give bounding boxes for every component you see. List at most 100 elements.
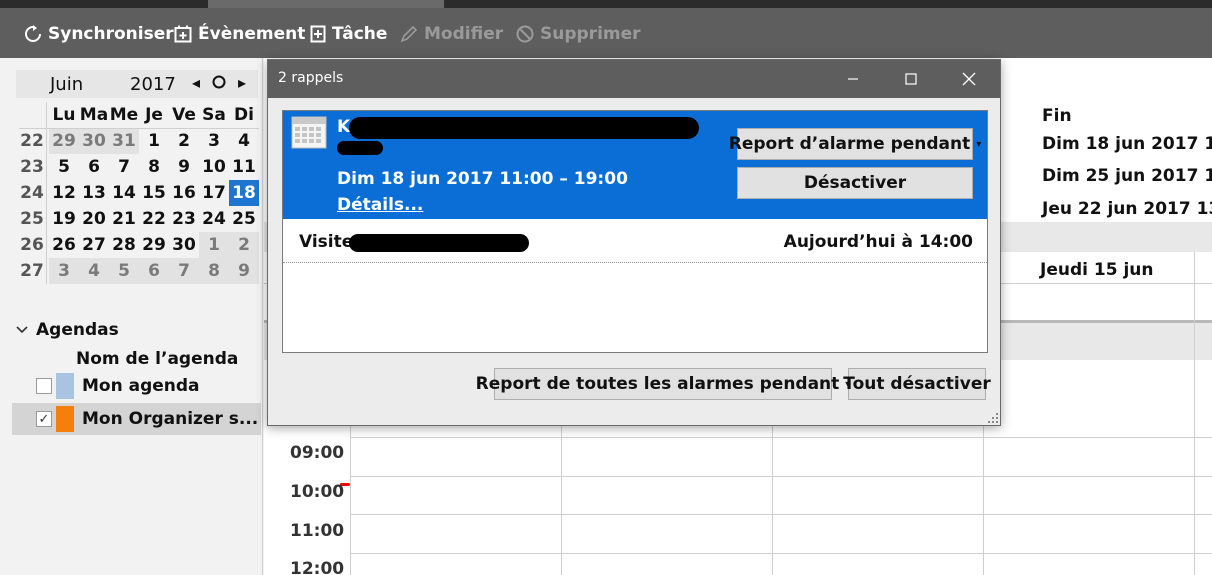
mini-calendar-day[interactable]: 7 (109, 154, 139, 180)
mini-calendar-year[interactable]: 2017 (130, 74, 176, 95)
mini-calendar-day[interactable]: 6 (79, 154, 109, 180)
dialog-titlebar[interactable]: 2 rappels (268, 60, 1000, 98)
week-number: 24 (20, 183, 44, 203)
mini-calendar-day[interactable]: 25 (229, 206, 259, 232)
mini-calendar-day[interactable]: 29 (139, 232, 169, 258)
prohibited-icon (516, 25, 534, 43)
agenda-color-swatch (56, 373, 74, 399)
mini-calendar-day[interactable]: 14 (109, 180, 139, 206)
mini-calendar-day[interactable]: 7 (169, 258, 199, 284)
new-task-button[interactable]: Tâche (310, 22, 387, 46)
mini-calendar-month[interactable]: Juin (50, 74, 83, 95)
task-end-header[interactable]: Fin (1042, 106, 1072, 126)
dismiss-button[interactable]: Désactiver (737, 167, 973, 199)
maximize-button[interactable] (888, 64, 934, 94)
day-header-thursday[interactable]: Jeudi 15 jun (1040, 260, 1153, 280)
reminders-dialog: 2 rappels K Dim 18 jun 2017 11:00 – 19:0… (267, 59, 1001, 426)
mini-calendar-day[interactable]: 2 (229, 232, 259, 258)
mini-calendar-day[interactable]: 3 (199, 128, 229, 154)
minimize-icon (848, 78, 858, 80)
mini-calendar-day[interactable]: 11 (229, 154, 259, 180)
mini-calendar-day[interactable]: 1 (139, 128, 169, 154)
dismiss-all-label: Tout désactiver (843, 374, 991, 394)
mini-calendar-day[interactable]: 17 (199, 180, 229, 206)
task-end-item[interactable]: Jeu 22 jun 2017 13:3 (1042, 199, 1212, 219)
grid-line (350, 437, 1212, 438)
mini-calendar-day[interactable]: 6 (139, 258, 169, 284)
mini-calendar-day[interactable]: 23 (169, 206, 199, 232)
mini-calendar-day[interactable]: 3 (49, 258, 79, 284)
mini-calendar: Juin 2017 ◂ ▸ (16, 70, 258, 98)
mini-calendar-today[interactable]: 18 (229, 180, 259, 206)
day-of-week-label: Je (145, 105, 163, 125)
mini-calendar-day[interactable]: 30 (79, 128, 109, 154)
snooze-button[interactable]: Report d’alarme pendant ▾ (729, 128, 981, 160)
mini-calendar-day[interactable]: 26 (49, 232, 79, 258)
agenda-name-column: Nom de l’agenda (76, 349, 239, 369)
reminder-item-selected[interactable]: K Dim 18 jun 2017 11:00 – 19:00 Détails.… (283, 111, 987, 219)
redaction-mark (349, 117, 699, 139)
reminder-details-link[interactable]: Détails... (337, 195, 423, 215)
snooze-all-button[interactable]: Report de toutes les alarmes pendant▾ (476, 368, 850, 400)
edit-button[interactable]: Modifier (400, 22, 503, 46)
mini-calendar-day[interactable]: 2 (169, 128, 199, 154)
mini-calendar-day[interactable]: 10 (199, 154, 229, 180)
mini-calendar-day[interactable]: 8 (139, 154, 169, 180)
mini-calendar-day[interactable]: 15 (139, 180, 169, 206)
mini-calendar-day[interactable]: 27 (79, 232, 109, 258)
agenda-color-swatch (56, 406, 74, 432)
agenda-row-organizer[interactable]: ✓ Mon Organizer s... (12, 403, 261, 435)
agenda-checkbox[interactable] (36, 378, 52, 394)
today-circle-icon[interactable] (212, 74, 226, 93)
new-event-button[interactable]: Évènement (174, 22, 305, 46)
task-end-item[interactable]: Dim 25 jun 2017 12:0 (1042, 166, 1212, 186)
prev-month-icon[interactable]: ◂ (192, 73, 200, 92)
mini-calendar-day[interactable]: 22 (139, 206, 169, 232)
mini-calendar-day[interactable]: 9 (229, 258, 259, 284)
task-end-item[interactable]: Dim 18 jun 2017 19:0 (1042, 134, 1212, 154)
minimize-button[interactable] (830, 64, 876, 94)
mini-calendar-day[interactable]: 12 (49, 180, 79, 206)
day-of-week-label: Me (109, 105, 139, 125)
mini-calendar-day[interactable]: 8 (199, 258, 229, 284)
agendas-header[interactable]: Agendas (16, 320, 119, 340)
edit-label: Modifier (424, 24, 504, 44)
mini-calendar-day[interactable]: 19 (49, 206, 79, 232)
resize-grip-icon[interactable] (988, 413, 998, 423)
snooze-label: Report d’alarme pendant (728, 134, 971, 154)
mini-calendar-day[interactable]: 21 (109, 206, 139, 232)
mini-calendar-day[interactable]: 13 (79, 180, 109, 206)
mini-calendar-day[interactable]: 30 (169, 232, 199, 258)
time-label: 10:00 (290, 482, 345, 502)
reminder-item[interactable]: Visite Aujourd’hui à 14:00 (283, 219, 987, 263)
delete-button[interactable]: Supprimer (516, 22, 641, 46)
dialog-title: 2 rappels (278, 70, 344, 86)
agenda-checkbox[interactable]: ✓ (36, 411, 52, 427)
reminder-when: Aujourd’hui à 14:00 (783, 232, 973, 252)
week-number: 23 (20, 157, 44, 177)
grid-line (350, 476, 1212, 477)
mini-calendar-day[interactable]: 4 (79, 258, 109, 284)
close-button[interactable] (946, 64, 992, 94)
redaction-mark (349, 234, 529, 252)
mini-calendar-day[interactable]: 5 (109, 258, 139, 284)
agenda-row-mon-agenda[interactable]: Mon agenda (12, 370, 261, 402)
dismiss-all-button[interactable]: Tout désactiver (843, 368, 991, 400)
mini-calendar-day[interactable]: 9 (169, 154, 199, 180)
mini-calendar-day[interactable]: 5 (49, 154, 79, 180)
active-tab-strip[interactable] (208, 0, 444, 8)
mini-calendar-day[interactable]: 20 (79, 206, 109, 232)
day-of-week-label: Di (234, 105, 254, 125)
mini-calendar-day[interactable]: 28 (109, 232, 139, 258)
sync-button[interactable]: Synchroniser (24, 22, 174, 46)
grid-line (1194, 252, 1195, 575)
mini-calendar-day[interactable]: 1 (199, 232, 229, 258)
mini-calendar-day[interactable]: 29 (49, 128, 79, 154)
mini-calendar-day[interactable]: 31 (109, 128, 139, 154)
mini-calendar-day[interactable]: 4 (229, 128, 259, 154)
week-number: 26 (20, 235, 44, 255)
mini-calendar-day[interactable]: 24 (199, 206, 229, 232)
mini-calendar-day[interactable]: 16 (169, 180, 199, 206)
next-month-icon[interactable]: ▸ (238, 73, 246, 92)
dow-divider (19, 128, 259, 129)
